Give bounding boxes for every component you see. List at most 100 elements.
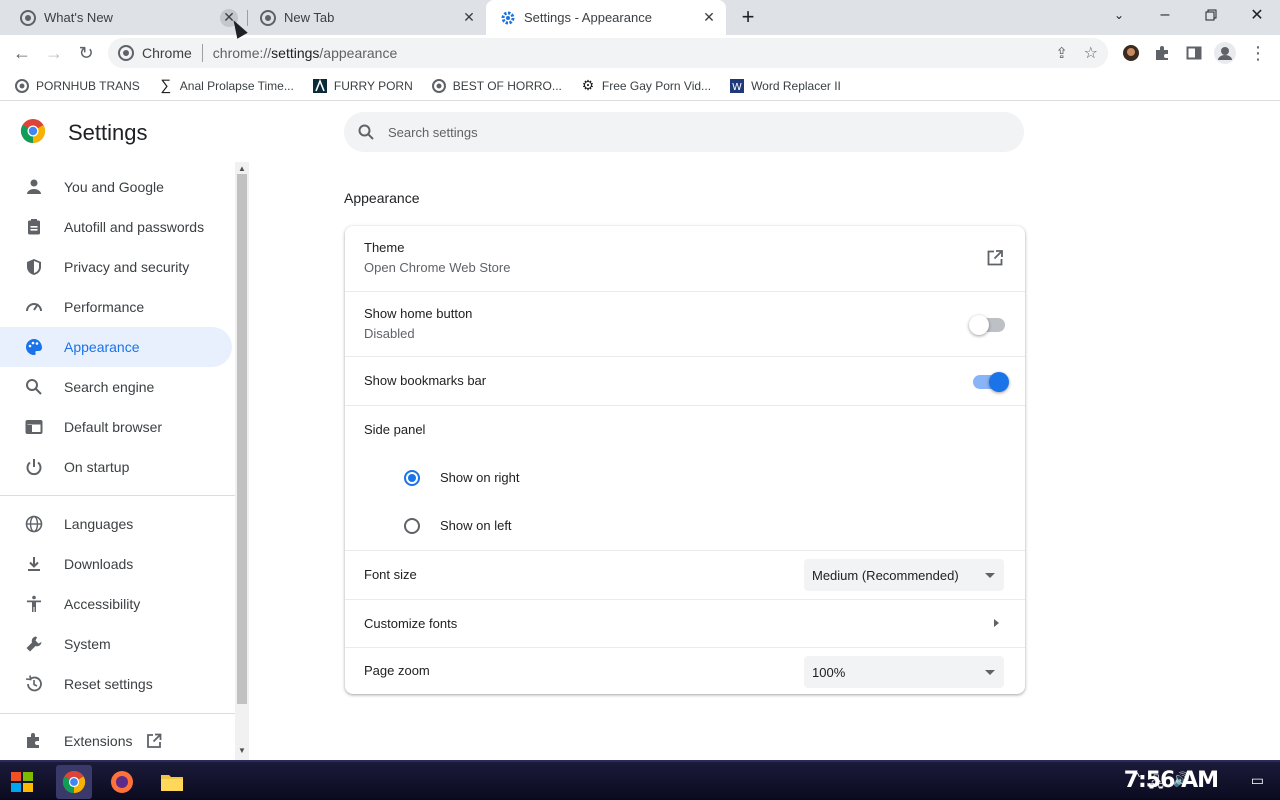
bookmarks-bar-label: Show bookmarks bar bbox=[364, 373, 487, 388]
font-size-dropdown[interactable]: Medium (Recommended) bbox=[804, 559, 1004, 591]
bookmark-item[interactable]: ∑ Anal Prolapse Time... bbox=[158, 77, 293, 94]
home-button-toggle[interactable] bbox=[969, 315, 1005, 335]
tab-search-button[interactable]: ⌄ bbox=[1096, 0, 1142, 30]
page-title: Settings bbox=[68, 119, 148, 145]
sidebar-item-default-browser[interactable]: Default browser bbox=[0, 407, 232, 447]
chrome-logo-icon bbox=[20, 118, 46, 147]
sidebar-item-privacy[interactable]: Privacy and security bbox=[0, 247, 232, 287]
start-button[interactable] bbox=[4, 765, 40, 799]
taskbar-chrome-icon[interactable] bbox=[56, 765, 92, 799]
forward-button[interactable]: → bbox=[40, 39, 68, 67]
profile-extension-icon[interactable] bbox=[1120, 42, 1142, 64]
globe-icon bbox=[431, 78, 447, 94]
chevron-right-icon bbox=[994, 619, 999, 627]
bookmarks-bar-row[interactable]: Show bookmarks bar bbox=[345, 356, 1025, 405]
sidebar-item-appearance[interactable]: Appearance bbox=[0, 327, 232, 367]
sidebar-item-performance[interactable]: Performance bbox=[0, 287, 232, 327]
close-icon[interactable]: ✕ bbox=[460, 9, 478, 27]
side-panel-icon[interactable] bbox=[1183, 42, 1205, 64]
person-icon bbox=[24, 177, 44, 197]
divider bbox=[201, 44, 203, 62]
font-size-row: Font size Medium (Recommended) bbox=[345, 550, 1025, 599]
sidebar-item-system[interactable]: System bbox=[0, 624, 232, 664]
sidebar-item-extensions[interactable]: Extensions bbox=[0, 721, 232, 760]
history-icon bbox=[24, 674, 44, 694]
site-info-chip[interactable]: Chrome bbox=[118, 45, 192, 61]
bookmark-label: PORNHUB TRANS bbox=[36, 78, 140, 93]
sidebar-item-downloads[interactable]: Downloads bbox=[0, 544, 232, 584]
notifications-icon[interactable]: ▭ bbox=[1251, 772, 1264, 789]
share-icon[interactable]: ⇪ bbox=[1055, 44, 1068, 62]
toolbar: ← → ↻ Chrome chrome://settings/appearanc… bbox=[0, 35, 1280, 71]
profile-avatar-icon[interactable] bbox=[1214, 42, 1236, 64]
close-icon[interactable]: ✕ bbox=[700, 9, 718, 27]
reload-button[interactable]: ↻ bbox=[72, 39, 100, 67]
sidebar-scrollbar[interactable]: ▲ ▼ bbox=[235, 162, 249, 760]
bookmark-item[interactable]: W Word Replacer II bbox=[729, 78, 841, 94]
sidebar-item-autofill[interactable]: Autofill and passwords bbox=[0, 207, 232, 247]
page-zoom-dropdown[interactable]: 100% bbox=[804, 656, 1004, 688]
bookmarks-bar-toggle[interactable] bbox=[973, 372, 1009, 392]
sidebar-item-label: Downloads bbox=[64, 556, 134, 572]
theme-row[interactable]: Theme Open Chrome Web Store bbox=[345, 226, 1025, 291]
browser-icon bbox=[24, 417, 44, 437]
sidebar-item-languages[interactable]: Languages bbox=[0, 504, 232, 544]
bookmark-item[interactable]: ⚙ Free Gay Porn Vid... bbox=[580, 77, 711, 94]
bookmark-label: Word Replacer II bbox=[751, 78, 841, 93]
search-settings-field[interactable]: Search settings bbox=[344, 112, 1024, 152]
tab-title: New Tab bbox=[284, 10, 335, 25]
bookmark-item[interactable]: BEST OF HORRO... bbox=[431, 78, 562, 94]
tab-whats-new[interactable]: What's New ✕ bbox=[0, 0, 246, 35]
sidebar-item-label: System bbox=[64, 636, 111, 652]
menu-kebab-icon[interactable]: ⋮ bbox=[1247, 42, 1269, 64]
bookmark-star-icon[interactable]: ☆ bbox=[1084, 43, 1098, 63]
address-bar[interactable]: Chrome chrome://settings/appearance ⇪ ☆ bbox=[108, 38, 1108, 68]
tab-new-tab[interactable]: New Tab ✕ bbox=[240, 0, 486, 35]
scrollbar-thumb[interactable] bbox=[237, 174, 247, 704]
extensions-puzzle-icon[interactable] bbox=[1151, 42, 1173, 64]
clipboard-icon bbox=[24, 217, 44, 237]
sidebar-item-search-engine[interactable]: Search engine bbox=[0, 367, 232, 407]
side-panel-right-radio[interactable] bbox=[404, 470, 420, 486]
minimize-button[interactable]: – bbox=[1142, 0, 1188, 30]
palette-icon bbox=[24, 337, 44, 357]
theme-sublabel: Open Chrome Web Store bbox=[364, 260, 511, 275]
taskbar-clock[interactable]: 7:56 AM bbox=[1124, 768, 1219, 793]
bookmark-item[interactable]: FURRY PORN bbox=[312, 78, 413, 94]
taskbar: 🖧 ^ 🔊 7:56 AM ▭ bbox=[0, 760, 1280, 800]
side-panel-right-label[interactable]: Show on right bbox=[440, 470, 520, 485]
scroll-down-arrow-icon[interactable]: ▼ bbox=[237, 746, 247, 756]
sidebar-item-label: You and Google bbox=[64, 179, 164, 195]
side-panel-left-label[interactable]: Show on left bbox=[440, 518, 512, 533]
chevron-down-icon bbox=[985, 669, 995, 675]
new-tab-button[interactable]: + bbox=[730, 2, 766, 32]
close-window-button[interactable]: ✕ bbox=[1234, 0, 1280, 30]
sidebar-item-on-startup[interactable]: On startup bbox=[0, 447, 232, 487]
sidebar-divider bbox=[0, 713, 235, 714]
sidebar-item-label: On startup bbox=[64, 459, 130, 475]
taskbar-folder-icon[interactable] bbox=[154, 765, 190, 799]
customize-fonts-row[interactable]: Customize fonts bbox=[345, 599, 1025, 647]
side-panel-left-radio[interactable] bbox=[404, 518, 420, 534]
restore-button[interactable] bbox=[1188, 0, 1234, 30]
sidebar-item-label: Languages bbox=[64, 516, 134, 532]
sidebar-item-label: Appearance bbox=[64, 339, 140, 355]
sidebar-item-label: Autofill and passwords bbox=[64, 219, 205, 235]
back-button[interactable]: ← bbox=[8, 39, 36, 67]
svg-text:W: W bbox=[732, 82, 742, 93]
gear-face-icon: ⚙ bbox=[581, 77, 595, 93]
sidebar-item-reset-settings[interactable]: Reset settings bbox=[0, 664, 232, 704]
open-in-new-icon bbox=[146, 733, 162, 749]
taskbar-firefox-icon[interactable] bbox=[104, 765, 140, 799]
bookmark-item[interactable]: PORNHUB TRANS bbox=[14, 78, 140, 94]
accessibility-icon bbox=[24, 594, 44, 614]
sidebar-item-accessibility[interactable]: Accessibility bbox=[0, 584, 232, 624]
sidebar-item-you-and-google[interactable]: You and Google bbox=[0, 167, 232, 207]
section-title: Appearance bbox=[344, 190, 420, 206]
tab-settings-appearance[interactable]: Settings - Appearance ✕ bbox=[486, 0, 726, 35]
open-in-new-icon[interactable] bbox=[986, 249, 1004, 267]
scroll-up-arrow-icon[interactable]: ▲ bbox=[237, 164, 247, 174]
home-button-row[interactable]: Show home button Disabled bbox=[345, 291, 1025, 356]
site-chip-label: Chrome bbox=[142, 45, 192, 61]
search-placeholder: Search settings bbox=[388, 124, 478, 140]
